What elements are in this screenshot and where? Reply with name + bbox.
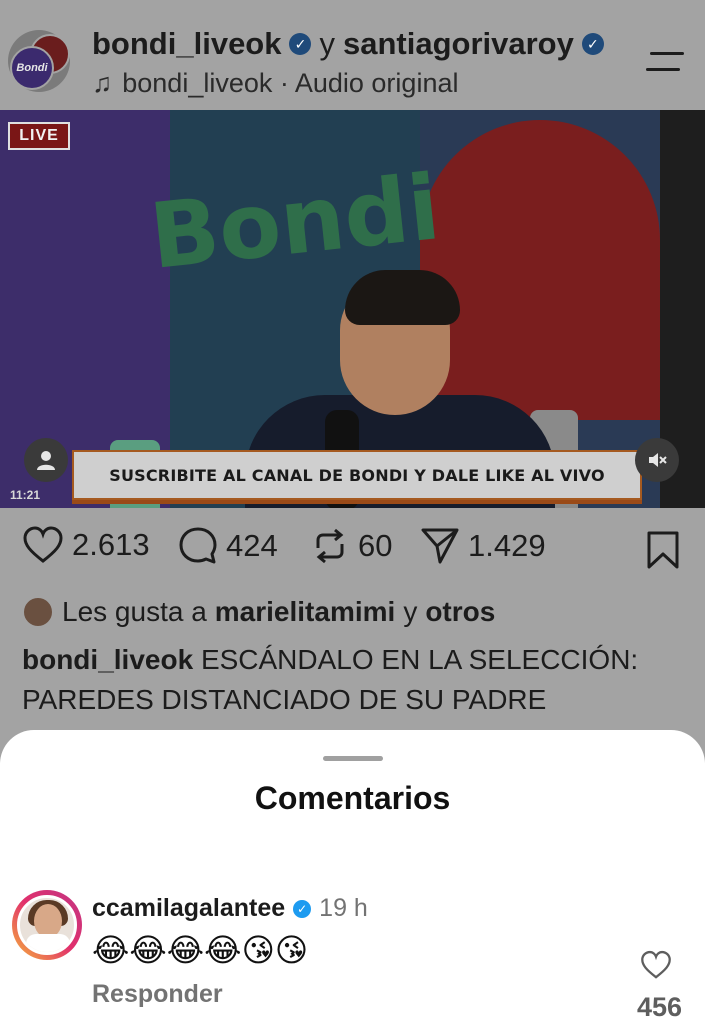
share-action[interactable]: 1.429 (420, 526, 546, 566)
like-count: 2.613 (72, 527, 150, 562)
post-caption: bondi_liveok ESCÁNDALO EN LA SELECCIÓN: … (22, 640, 692, 720)
commenter-avatar[interactable] (17, 895, 77, 955)
sheet-drag-handle[interactable] (323, 756, 383, 761)
liked-by-connector: y (403, 596, 418, 627)
video-banner: SUSCRIBITE AL CANAL DE BONDI Y DALE LIKE… (72, 450, 642, 500)
speaker-muted-icon (649, 453, 667, 467)
post-authors: bondi_liveok ✓ y santiagorivaroy ✓ (92, 26, 604, 62)
share-count: 1.429 (468, 528, 546, 563)
liked-by-others[interactable]: otros (425, 596, 495, 628)
verified-icon: ✓ (289, 33, 312, 55)
author-avatar[interactable]: Bondi (10, 46, 54, 90)
sheet-title: Comentarios (254, 780, 451, 816)
comment-action[interactable]: 424 (178, 526, 278, 566)
author-username[interactable]: bondi_liveok (92, 26, 281, 62)
live-badge: LIVE (8, 122, 70, 150)
share-icon (421, 528, 459, 564)
post-actions: 2.613 424 60 1.429 (0, 520, 705, 580)
comments-sheet: Comentarios ccamilagalantee ✓ 19 h 😂😂😂😂😘… (0, 730, 705, 1024)
liked-by[interactable]: Les gusta a marielitamimi y otros (22, 596, 495, 628)
comment-time: 19 h (319, 894, 368, 922)
post-header: Bondi bondi_liveok ✓ y santiagorivaroy ✓… (0, 0, 705, 110)
collaborator-username[interactable]: santiagorivaroy (343, 26, 574, 62)
tagged-people-button[interactable] (24, 438, 68, 482)
bookmark-icon (647, 531, 679, 569)
audio-label: bondi_liveok · Audio original (122, 68, 459, 98)
music-note-icon: ♫ (92, 68, 113, 98)
person-icon (37, 451, 55, 470)
heart-icon (23, 526, 63, 563)
repost-action[interactable]: 60 (310, 526, 392, 566)
comment-like-count: 456 (636, 992, 682, 1022)
verified-icon: ✓ (581, 33, 604, 55)
bookmark-button[interactable] (645, 530, 681, 575)
reply-button[interactable]: Responder (92, 980, 223, 1009)
commenter-username[interactable]: ccamilagalantee (92, 894, 285, 923)
heart-icon (641, 950, 671, 979)
liker-username[interactable]: marielitamimi (215, 596, 396, 628)
repost-icon (316, 528, 344, 564)
author-conjunction: y (319, 26, 335, 61)
menu-icon[interactable] (646, 50, 684, 74)
post-video[interactable]: Bondi LIVE SUSCRIBITE AL CANAL DE BONDI … (0, 110, 705, 508)
liked-by-prefix: Les gusta a (62, 596, 207, 627)
audio-link[interactable]: ♫ bondi_liveok · Audio original (92, 68, 458, 99)
caption-author[interactable]: bondi_liveok (22, 644, 193, 675)
comment-header: ccamilagalantee ✓ 19 h (92, 894, 368, 923)
person-image (345, 270, 460, 325)
repost-count: 60 (358, 528, 393, 563)
video-timestamp: 11:21 (10, 488, 41, 502)
like-action[interactable]: 2.613 (22, 526, 150, 564)
comment-like-button[interactable] (640, 950, 672, 985)
mute-button[interactable] (635, 438, 679, 482)
comment-text: 😂😂😂😂😘😘 (92, 931, 309, 969)
comment-item: ccamilagalantee ✓ 19 h 😂😂😂😂😘😘 Responder … (0, 880, 705, 1024)
verified-icon: ✓ (293, 899, 312, 918)
video-background (420, 120, 660, 420)
comment-count: 424 (226, 528, 278, 563)
comment-icon (179, 527, 217, 564)
liker-avatar (22, 596, 54, 628)
